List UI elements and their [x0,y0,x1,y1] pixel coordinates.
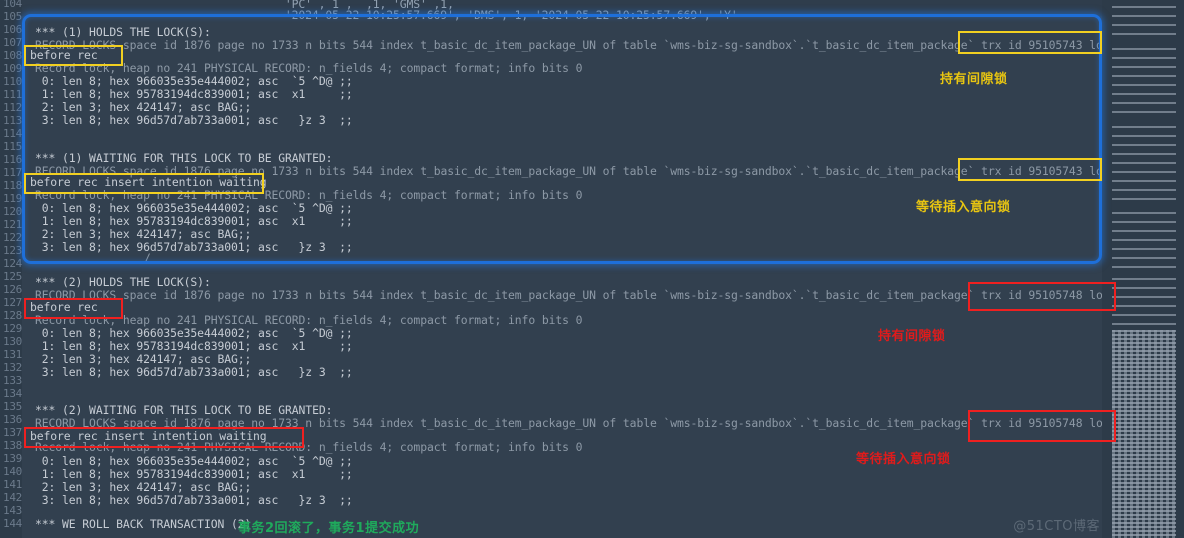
line-number: 108 [3,49,22,62]
line-number-gutter: 104 105 106 107 108 109 110 111 112 113 114 115 116 1… [0,0,22,538]
highlight-box-tx2-waiting-lock-mode [968,410,1116,442]
watermark: @51CTO博客 [1013,519,1100,534]
line-number: 125 [3,270,22,283]
minimap-region-dense [1112,330,1176,538]
line-number: 118 [3,179,22,192]
field-line: 3: len 8; hex 96d57d7ab733a001; asc }z 3… [35,365,353,379]
highlight-box-tx1-holds-before-rec [24,45,123,66]
field-line: 3: len 8; hex 96d57d7ab733a001; asc }z 3… [35,240,353,254]
highlight-box-tx2-waiting-before-rec [24,427,304,448]
code-minimap[interactable] [1102,0,1184,538]
line-number: 137 [3,426,22,439]
highlight-box-tx1-holds-lock-mode [958,31,1102,54]
line-number: 135 [3,400,22,413]
line-number: 138 [3,439,22,452]
line-number: 132 [3,361,22,374]
line-number: 104 [3,0,22,10]
line-number: 119 [3,192,22,205]
rollback-line: *** WE ROLL BACK TRANSACTION (2) [35,517,252,531]
annotation-tx1-holds: 持有间隙锁 [940,72,1008,87]
line-number: 127 [3,296,22,309]
code-viewer: 104 105 106 107 108 109 110 111 112 113 114 115 116 1… [0,0,1184,538]
line-number: 112 [3,101,22,114]
line-number: 123 [3,244,22,257]
highlight-box-tx2-holds-before-rec [24,298,123,319]
line-number: 141 [3,478,22,491]
highlight-box-tx1-waiting-lock-mode [958,158,1102,181]
line-number: 131 [3,348,22,361]
field-line: 3: len 8; hex 96d57d7ab733a001; asc }z 3… [35,113,353,127]
line-number: 124 [3,257,22,270]
minimap-region-4 [1112,212,1176,272]
line-number: 136 [3,413,22,426]
minimap-region-2 [1112,48,1176,120]
line-number: 114 [3,127,22,140]
field-line: 3: len 8; hex 96d57d7ab733a001; asc }z 3… [35,493,353,507]
line-number: 109 [3,62,22,75]
line-number: 133 [3,374,22,387]
line-number: 111 [3,88,22,101]
line-number: 105 [3,10,22,23]
line-number: 117 [3,166,22,179]
line-number: 129 [3,322,22,335]
annotation-tx2-waiting: 等待插入意向锁 [856,452,951,467]
annotation-tx1-waiting: 等待插入意向锁 [916,200,1011,215]
line-number: 142 [3,491,22,504]
line-number: 107 [3,36,22,49]
line-number: 113 [3,114,22,127]
line-number: 121 [3,218,22,231]
highlight-box-tx1-waiting-before-rec [24,173,264,194]
line-number: 134 [3,387,22,400]
stray-slash-line: / [144,251,151,265]
line-number: 116 [3,153,22,166]
minimap-region-3 [1112,126,1176,206]
line-number: 143 [3,504,22,517]
line-number: 122 [3,231,22,244]
line-number: 139 [3,452,22,465]
highlight-box-tx2-holds-lock-mode [968,282,1116,311]
code-line-partial-2: '2024-05-22 10:25:57.669', 'DMS', 1, '20… [170,8,738,22]
line-number: 128 [3,309,22,322]
annotation-tx2-holds: 持有间隙锁 [878,329,946,344]
line-number: 120 [3,205,22,218]
line-number: 144 [3,517,22,530]
line-number: 106 [3,23,22,36]
annotation-rollback: 事务2回滚了，事务1提交成功 [238,521,420,536]
minimap-region-top [1112,6,1176,42]
line-number: 115 [3,140,22,153]
line-number: 126 [3,283,22,296]
minimap-region-5 [1112,278,1176,326]
line-number: 130 [3,335,22,348]
line-number: 110 [3,75,22,88]
line-number: 140 [3,465,22,478]
